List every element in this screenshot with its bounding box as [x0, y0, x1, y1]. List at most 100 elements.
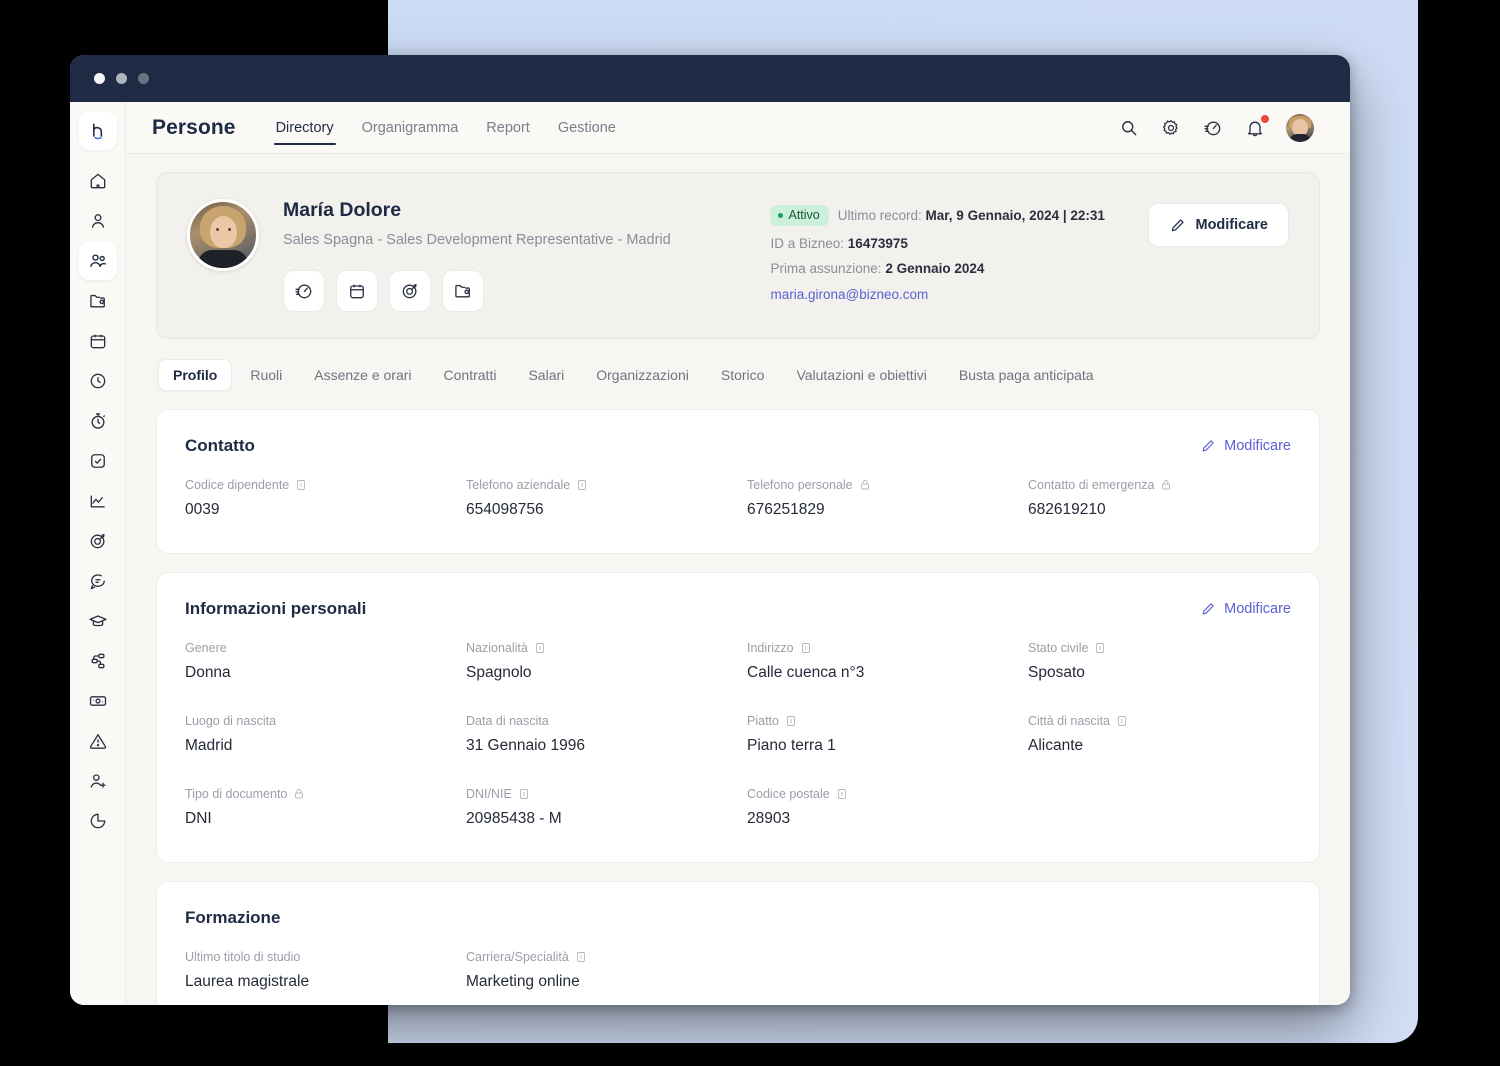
field-contatto-di-emergenza: Contatto di emergenza 682619210 [1028, 478, 1291, 523]
speedometer-icon[interactable] [1202, 117, 1224, 139]
search-icon[interactable] [1118, 117, 1140, 139]
id-card-icon[interactable] [1116, 715, 1128, 727]
first-hire-line: Prima assunzione: 2 Gennaio 2024 [770, 261, 1130, 276]
sidebar-item-calendar[interactable] [79, 322, 117, 360]
field-value: Spagnolo [466, 664, 532, 681]
sidebar-item-stopwatch[interactable] [79, 402, 117, 440]
sidebar-item-user[interactable] [79, 202, 117, 240]
profile-metadata: Attivo Ultimo record: Mar, 9 Gennaio, 20… [770, 199, 1130, 302]
field-value: 0039 [185, 501, 220, 518]
nav-tab-report[interactable]: Report [472, 102, 544, 154]
panel-informazioni-fields-row1: Genere Donna Nazionalità Spagnolo Indiri… [185, 641, 1291, 686]
window-close-dot[interactable] [94, 73, 105, 84]
quick-action-speedometer-icon[interactable] [283, 270, 325, 312]
id-card-icon[interactable] [800, 642, 812, 654]
status-dot [778, 212, 784, 218]
field-label-text: Tipo di documento [185, 787, 288, 801]
id-card-icon[interactable] [518, 788, 530, 800]
field-label: Telefono aziendale [466, 478, 729, 492]
sidebar-item-workflow[interactable] [79, 642, 117, 680]
lock-icon[interactable] [859, 479, 871, 491]
field-label-text: Data di nascita [466, 714, 549, 728]
field-label: Luogo di nascita [185, 714, 448, 728]
sidebar-item-messages[interactable] [79, 562, 117, 600]
tab-busta-paga-anticipata[interactable]: Busta paga anticipata [945, 360, 1108, 390]
field-label-text: Contatto di emergenza [1028, 478, 1155, 492]
panel-contatto-edit-link[interactable]: Modificare [1200, 438, 1291, 454]
quick-action-folder-icon[interactable] [442, 270, 484, 312]
field-label: Piatto [747, 714, 1010, 728]
field-label-text: Stato civile [1028, 641, 1089, 655]
sidebar-item-reports[interactable] [79, 802, 117, 840]
field-value: Donna [185, 664, 231, 681]
edit-profile-button[interactable]: Modificare [1148, 203, 1289, 247]
field-label-text: Codice dipendente [185, 478, 290, 492]
sidebar-item-clock[interactable] [79, 362, 117, 400]
tab-salari[interactable]: Salari [514, 360, 578, 390]
quick-action-target-icon[interactable] [389, 270, 431, 312]
bizneo-logo[interactable] [78, 112, 117, 150]
sidebar-item-alerts[interactable] [79, 722, 117, 760]
avatar[interactable] [1286, 113, 1314, 142]
panel-formazione-title: Formazione [185, 908, 281, 927]
field-label: Indirizzo [747, 641, 1010, 655]
bell-icon[interactable] [1244, 114, 1269, 139]
tab-ruoli[interactable]: Ruoli [236, 360, 296, 390]
scroll-area: María Dolore Sales Spagna - Sales Develo… [126, 154, 1350, 1005]
field-label-text: Ultimo titolo di studio [185, 950, 301, 964]
sidebar-item-tasks[interactable] [79, 442, 117, 480]
panel-formazione-fields: Ultimo titolo di studio Laurea magistral… [185, 950, 1291, 995]
id-card-icon[interactable] [785, 715, 797, 727]
field-value: Marketing online [466, 973, 580, 990]
id-card-icon[interactable] [1094, 642, 1106, 654]
sidebar-item-goals[interactable] [79, 522, 117, 560]
lock-icon[interactable] [1160, 479, 1172, 491]
id-card-icon[interactable] [295, 479, 307, 491]
top-navigation-bar: Persone Directory Organigramma Report Ge… [126, 102, 1350, 154]
field-codice-postale: Codice postale 28903 [747, 787, 1010, 832]
field-label: Codice dipendente [185, 478, 448, 492]
field-value: DNI [185, 810, 212, 827]
field-codice-dipendente: Codice dipendente 0039 [185, 478, 448, 523]
tab-organizzazioni[interactable]: Organizzazioni [582, 360, 703, 390]
quick-action-calendar-icon[interactable] [336, 270, 378, 312]
field-value: Calle cuenca n°3 [747, 664, 865, 681]
id-card-icon[interactable] [576, 479, 588, 491]
tab-storico[interactable]: Storico [707, 360, 779, 390]
id-card-icon[interactable] [836, 788, 848, 800]
id-card-icon[interactable] [575, 951, 587, 963]
last-record-value: Mar, 9 Gennaio, 2024 | 22:31 [925, 208, 1105, 223]
nav-tab-gestione[interactable]: Gestione [544, 102, 630, 154]
profile-role: Sales Spagna - Sales Development Represe… [283, 232, 671, 248]
nav-tab-organigramma[interactable]: Organigramma [348, 102, 473, 154]
tab-assenze-e-orari[interactable]: Assenze e orari [300, 360, 425, 390]
nav-tab-directory[interactable]: Directory [262, 102, 348, 154]
sidebar-item-payroll[interactable] [79, 682, 117, 720]
sidebar-item-analytics[interactable] [79, 482, 117, 520]
field-label: DNI/NIE [466, 787, 729, 801]
sidebar-item-training[interactable] [79, 602, 117, 640]
field-label: Contatto di emergenza [1028, 478, 1291, 492]
field-value: 28903 [747, 810, 791, 827]
sidebar-item-people[interactable] [78, 242, 117, 280]
window-maximize-dot[interactable] [138, 73, 149, 84]
tab-profilo[interactable]: Profilo [158, 359, 233, 391]
tab-contratti[interactable]: Contratti [430, 360, 511, 390]
lock-icon[interactable] [293, 788, 305, 800]
profile-avatar[interactable] [187, 199, 259, 271]
sidebar-item-home[interactable] [79, 162, 117, 200]
sidebar-item-folder[interactable] [79, 282, 117, 320]
id-card-icon[interactable] [534, 642, 546, 654]
panel-informazioni-edit-link[interactable]: Modificare [1200, 601, 1291, 617]
window-minimize-dot[interactable] [116, 73, 127, 84]
gear-icon[interactable] [1160, 117, 1182, 139]
sidebar-item-recruitment[interactable] [79, 762, 117, 800]
profile-email-link[interactable]: maria.girona@bizneo.com [770, 287, 1130, 302]
last-record-line: Ultimo record: Mar, 9 Gennaio, 2024 | 22… [838, 208, 1105, 223]
profile-summary-card: María Dolore Sales Spagna - Sales Develo… [156, 172, 1320, 339]
tab-valutazioni-e-obiettivi[interactable]: Valutazioni e obiettivi [782, 360, 940, 390]
field-label-text: Telefono personale [747, 478, 853, 492]
panel-formazione-header: Formazione [185, 908, 1291, 928]
field-label-text: Carriera/Specialità [466, 950, 569, 964]
field-telefono-aziendale: Telefono aziendale 654098756 [466, 478, 729, 523]
